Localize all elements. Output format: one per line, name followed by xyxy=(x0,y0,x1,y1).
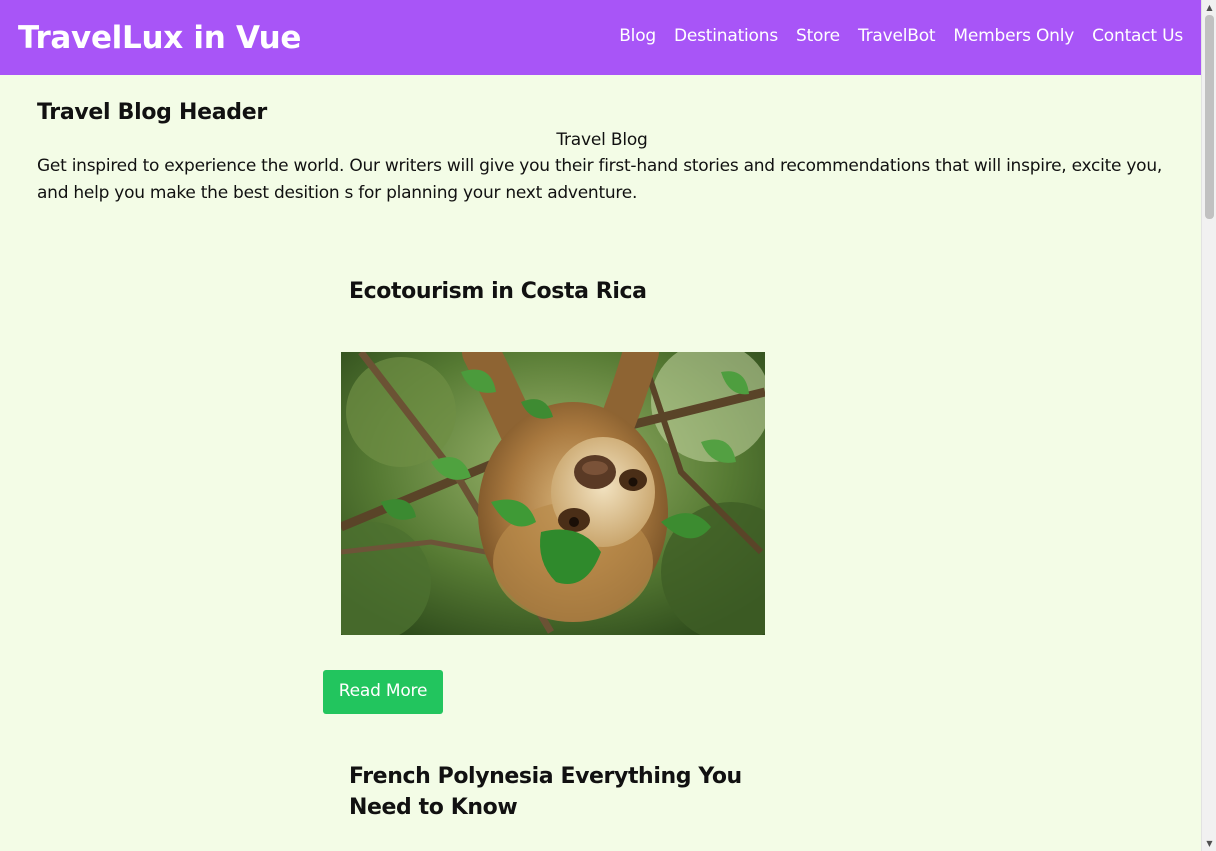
blog-description: Get inspired to experience the world. Ou… xyxy=(37,156,1162,203)
scroll-up-icon[interactable]: ▲ xyxy=(1202,0,1216,15)
main-nav: Blog Destinations Store TravelBot Member… xyxy=(619,26,1183,46)
post-title[interactable]: Ecotourism in Costa Rica xyxy=(349,276,769,307)
blog-header-title: Travel Blog Header xyxy=(37,100,267,125)
top-navbar: TravelLux in Vue Blog Destinations Store… xyxy=(0,0,1201,75)
nav-link-travelbot[interactable]: TravelBot xyxy=(858,26,936,46)
vertical-scrollbar[interactable]: ▲ ▼ xyxy=(1201,0,1216,851)
nav-link-members-only[interactable]: Members Only xyxy=(953,26,1074,46)
scroll-thumb[interactable] xyxy=(1205,15,1214,219)
post-title[interactable]: French Polynesia Everything You Need to … xyxy=(349,761,769,823)
brand-logo[interactable]: TravelLux in Vue xyxy=(18,20,301,56)
browser-viewport: TravelLux in Vue Blog Destinations Store… xyxy=(0,0,1216,851)
blog-subtitle: Travel Blog xyxy=(556,130,648,150)
nav-link-blog[interactable]: Blog xyxy=(619,26,656,46)
sloth-picture xyxy=(341,352,765,635)
page: TravelLux in Vue Blog Destinations Store… xyxy=(0,0,1201,851)
nav-link-contact-us[interactable]: Contact Us xyxy=(1092,26,1183,46)
nav-link-destinations[interactable]: Destinations xyxy=(674,26,778,46)
read-more-button[interactable]: Read More xyxy=(323,670,443,714)
sloth-image[interactable] xyxy=(341,352,765,635)
blog-intro: Travel Blog Header Travel Blog Get inspi… xyxy=(37,100,1167,207)
nav-link-store[interactable]: Store xyxy=(796,26,840,46)
scroll-down-icon[interactable]: ▼ xyxy=(1202,836,1216,851)
